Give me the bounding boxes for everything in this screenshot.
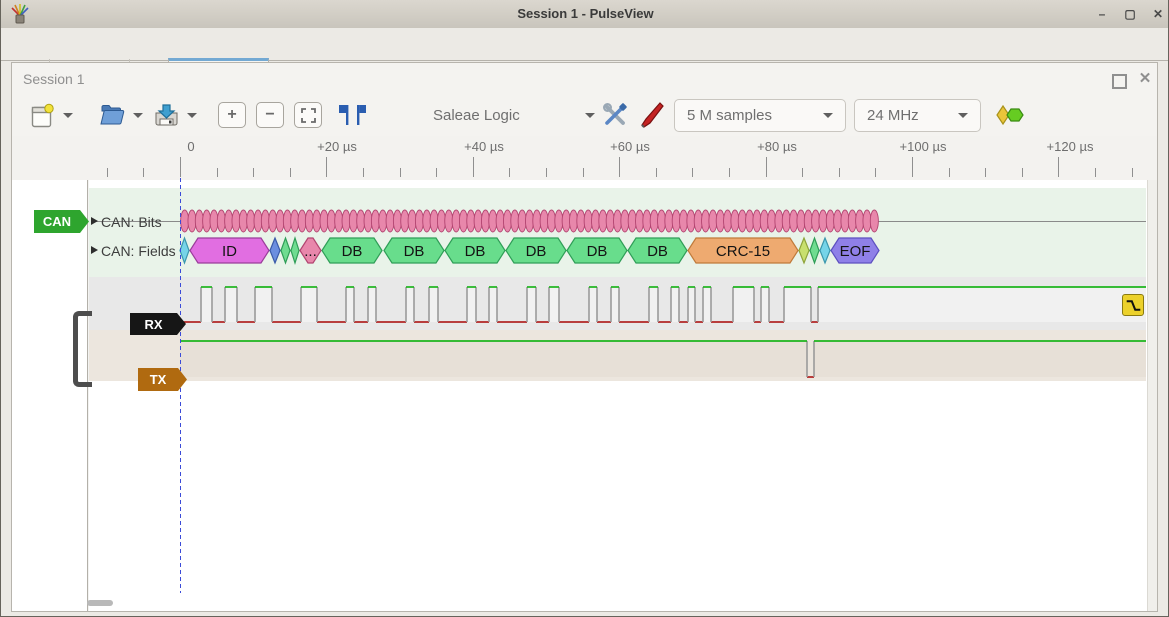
ruler-label: +60 µs [610, 139, 650, 154]
vertical-scrollbar[interactable] [1147, 180, 1157, 611]
tx-trace-tag[interactable]: TX [138, 368, 187, 391]
can-trace-tag[interactable]: CAN [34, 210, 89, 233]
sample-count-select[interactable]: 5 M samples [674, 99, 846, 132]
decoder-row-label-fields[interactable]: CAN: Fields [101, 243, 176, 259]
new-file-icon [30, 103, 54, 128]
chevron-down-icon [133, 113, 143, 118]
minus-icon: − [265, 106, 274, 124]
chevron-down-icon [63, 113, 73, 118]
open-file-dropdown[interactable] [131, 100, 145, 130]
close-button[interactable]: ✕ [1149, 7, 1167, 23]
configure-crossed-tools-icon [602, 102, 628, 128]
zoom-in-button[interactable]: + [218, 102, 246, 128]
horizontal-scrollbar-handle[interactable] [87, 600, 113, 606]
ruler-label: 0 [187, 139, 194, 154]
ruler-label: +120 µs [1047, 139, 1094, 154]
close-dock-icon[interactable]: ✕ [1136, 70, 1154, 88]
expander-arrow-icon[interactable] [91, 246, 98, 254]
chevron-down-icon [958, 113, 968, 118]
zoom-out-button[interactable]: − [256, 102, 284, 128]
ruler-label: +80 µs [757, 139, 797, 154]
sample-rate-select[interactable]: 24 MHz [854, 99, 981, 132]
ruler-label: +40 µs [464, 139, 504, 154]
new-file-button[interactable] [25, 100, 59, 130]
configure-device-button[interactable] [599, 100, 631, 130]
chevron-down-icon [823, 113, 833, 118]
trigger-marker-icon[interactable] [1122, 294, 1144, 316]
time-ruler: 0 +20 µs +40 µs +60 µs +80 µs +100 µs +120 µs [12, 136, 1157, 180]
ruler-label: +20 µs [317, 139, 357, 154]
add-decoder-button[interactable] [993, 102, 1027, 128]
open-file-button[interactable] [95, 100, 129, 130]
save-icon [153, 103, 180, 128]
label-gutter-separator-highlight [88, 180, 89, 611]
window-titlebar: Session 1 - PulseView – ▢ ✕ [1, 0, 1169, 29]
decoder-row-background [89, 188, 1146, 277]
probe-icon [640, 101, 664, 129]
tx-row-background [89, 330, 1146, 381]
channels-button[interactable] [637, 100, 667, 130]
float-dock-icon[interactable] [1112, 74, 1127, 89]
sample-rate-value: 24 MHz [867, 107, 919, 124]
zoom-fit-icon [301, 108, 316, 123]
pulseview-window: Session 1 - PulseView – ▢ ✕ Run [0, 0, 1169, 617]
window-bottom-edge [1, 612, 1169, 617]
channel-group-bracket[interactable] [73, 311, 92, 387]
save-button[interactable] [149, 100, 183, 130]
open-folder-icon [99, 103, 126, 127]
ruler-label: +100 µs [900, 139, 947, 154]
window-title: Session 1 - PulseView [1, 6, 1169, 21]
expander-arrow-icon[interactable] [91, 217, 98, 225]
sample-count-value: 5 M samples [687, 107, 772, 124]
show-cursors-button[interactable] [335, 101, 369, 129]
main-toolbar: Run Session 1 ✕ [1, 28, 1169, 61]
chevron-down-icon [187, 113, 197, 118]
rx-trace-tag[interactable]: RX [130, 313, 186, 335]
minimize-button[interactable]: – [1093, 7, 1111, 23]
device-value: Saleae Logic [433, 107, 520, 124]
falling-edge-icon [1125, 297, 1142, 314]
zoom-fit-button[interactable] [294, 102, 322, 128]
dock-title: Session 1 [23, 71, 84, 87]
new-file-dropdown[interactable] [61, 100, 75, 130]
plus-icon: + [227, 106, 236, 124]
save-dropdown[interactable] [185, 100, 199, 130]
cursor-flags-icon [338, 103, 366, 127]
device-select[interactable]: Saleae Logic [433, 100, 595, 130]
maximize-button[interactable]: ▢ [1121, 7, 1139, 23]
rx-row-background [89, 277, 1146, 330]
add-decoder-icon [995, 104, 1025, 126]
decoder-row-label-bits[interactable]: CAN: Bits [101, 214, 162, 230]
chevron-down-icon [585, 113, 595, 118]
